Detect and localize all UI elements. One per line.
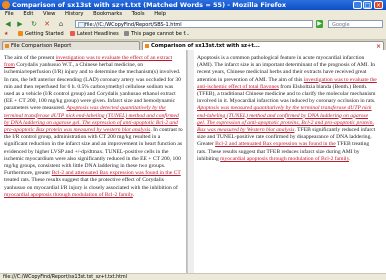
- page-icon: [78, 22, 85, 27]
- matched-text[interactable]: Bcl-2 and attenuated Bax expression was …: [215, 141, 336, 147]
- address-bar[interactable]: file:///C:/WCopyFind/Report/SBS-1.html: [75, 20, 313, 28]
- text-segment: .: [349, 155, 351, 162]
- menu-history[interactable]: History: [65, 11, 83, 17]
- most-visited-icon[interactable]: ★: [4, 30, 8, 39]
- bookmark-label: Getting Started: [25, 31, 64, 37]
- bookmark-getting-started[interactable]: Getting Started: [18, 30, 64, 39]
- go-button[interactable]: ▶: [316, 20, 323, 28]
- rss-icon: [70, 31, 75, 36]
- title-bar: Comparison of sx13st with sz+t.txt (Matc…: [0, 0, 386, 10]
- text-segment: The aim of the present: [4, 55, 56, 61]
- menu-file[interactable]: File: [5, 11, 14, 17]
- tab-page-icon: [145, 44, 149, 48]
- window-title: Comparison of sx13st with sz+t.txt (Matc…: [12, 1, 287, 9]
- text-segment: .: [132, 191, 135, 198]
- text-segment: Corydalis yanhusuo W.T., a Chinese herba…: [4, 62, 181, 112]
- forward-icon[interactable]: ▶: [15, 19, 25, 29]
- address-text: file:///C:/WCopyFind/Report/SBS-1.html: [85, 22, 182, 28]
- reload-icon[interactable]: ↻: [29, 19, 39, 29]
- tab-bar: File Comparison Report Comparison of sx1…: [0, 40, 386, 50]
- page-icon: [124, 31, 129, 36]
- tab-page-icon: [5, 44, 9, 48]
- frame-divider-scrollbar[interactable]: [187, 50, 194, 273]
- menu-edit[interactable]: Edit: [23, 11, 33, 17]
- bookmark-page-error[interactable]: This page cannot be f...: [124, 30, 190, 39]
- back-icon[interactable]: ◀: [3, 19, 13, 29]
- stop-icon[interactable]: ✕: [42, 19, 52, 29]
- left-document-frame: The aim of the present investigation was…: [0, 50, 187, 273]
- bookmark-label: Latest Headlines: [77, 31, 119, 37]
- text-segment: treated rats. These results suggest that…: [4, 177, 178, 191]
- menu-help[interactable]: Help: [154, 11, 166, 17]
- right-document-frame: Apoptosis is a common pathological featu…: [193, 50, 380, 273]
- firefox-icon: [2, 1, 10, 9]
- close-tab-icon[interactable]: ×: [376, 42, 381, 50]
- minimize-button[interactable]: _: [353, 1, 362, 9]
- text-segment: . In contrast to the I/R control group, …: [4, 127, 183, 177]
- menu-tools[interactable]: Tools: [132, 11, 145, 17]
- menu-bookmarks[interactable]: Bookmarks: [93, 11, 122, 17]
- bookmark-label: This page cannot be f...: [131, 31, 190, 37]
- bookmark-icon: [18, 31, 23, 36]
- matched-text[interactable]: myocardial apoptosis through modulation …: [220, 156, 349, 162]
- tab-label: Comparison of sx13st.txt with sz+t...: [151, 43, 260, 49]
- menu-view[interactable]: View: [43, 11, 55, 17]
- search-input[interactable]: Google: [328, 20, 383, 28]
- close-button[interactable]: ×: [374, 1, 383, 9]
- bookmarks-toolbar: ★ Getting Started Latest Headlines This …: [0, 30, 386, 40]
- home-icon[interactable]: ⌂: [56, 19, 66, 29]
- menu-bar: File Edit View History Bookmarks Tools H…: [0, 10, 386, 18]
- tab-label: File Comparison Report: [11, 43, 72, 49]
- tab-file-comparison-report[interactable]: File Comparison Report: [2, 41, 140, 50]
- bookmark-latest-headlines[interactable]: Latest Headlines: [70, 30, 119, 39]
- maximize-button[interactable]: □: [363, 1, 372, 9]
- tab-comparison[interactable]: Comparison of sx13st.txt with sz+t... ×: [142, 41, 384, 50]
- matched-text[interactable]: Bcl-2 and attenuated Bax expression was …: [52, 170, 181, 176]
- matched-text[interactable]: myocardial apoptosis through modulation …: [4, 192, 133, 198]
- status-bar: file:///C:/WCopyFind/Report/sx13st.txt_s…: [0, 273, 386, 280]
